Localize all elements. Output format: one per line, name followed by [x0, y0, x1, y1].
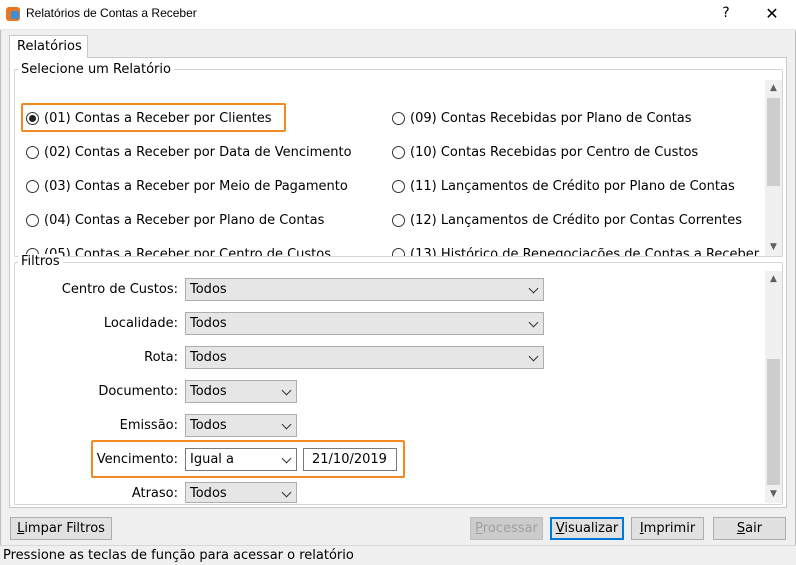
centro-custos-label: Centro de Custos: [61, 282, 178, 297]
chevron-down-icon [281, 487, 292, 498]
rota-label: Rota: [144, 350, 178, 365]
scroll-down-arrow-icon[interactable]: ▼ [765, 239, 782, 256]
status-bar: Pressione as teclas de função para acess… [0, 545, 796, 565]
report-option-09[interactable]: (09) Contas Recebidas por Plano de Conta… [392, 108, 692, 128]
visualizar-label: isualizar [564, 521, 619, 536]
status-text: Pressione as teclas de função para acess… [3, 548, 354, 563]
chevron-down-icon [528, 351, 539, 362]
documento-select[interactable]: Todos [185, 380, 297, 403]
report-option-label: (04) Contas a Receber por Plano de Conta… [44, 212, 325, 228]
atraso-value: Todos [190, 486, 227, 501]
rota-select[interactable]: Todos [185, 346, 544, 369]
title-bar: Relatórios de Contas a Receber ? ✕ [0, 0, 796, 30]
report-option-05[interactable]: (05) Contas a Receber por Centro de Cust… [26, 244, 332, 257]
radio-icon[interactable] [26, 213, 39, 227]
chevron-down-icon [528, 317, 539, 328]
processar-label: rocessar [482, 521, 538, 536]
imprimir-label: mprimir [643, 521, 696, 536]
emissao-select[interactable]: Todos [185, 414, 297, 437]
radio-icon[interactable] [26, 179, 39, 193]
documento-label: Documento: [98, 384, 178, 399]
emissao-label: Emissão: [119, 418, 178, 433]
chevron-down-icon [281, 385, 292, 396]
limpar-filtros-button[interactable]: Limpar Filtros [10, 517, 112, 540]
selected-report-highlight [21, 103, 286, 132]
scrollbar-thumb[interactable] [767, 359, 780, 485]
radio-icon[interactable] [392, 213, 405, 227]
window-title: Relatórios de Contas a Receber [26, 6, 197, 20]
filters-group-legend: Filtros [18, 254, 63, 269]
report-group: (01) Contas a Receber por Clientes (02) … [14, 69, 783, 257]
report-option-label: (05) Contas a Receber por Centro de Cust… [44, 246, 332, 257]
scroll-up-arrow-icon[interactable]: ▲ [765, 271, 782, 288]
sair-label: air [745, 521, 763, 536]
report-option-04[interactable]: (04) Contas a Receber por Plano de Conta… [26, 210, 324, 230]
sair-accel-key: S [736, 521, 746, 536]
radio-icon[interactable] [392, 111, 405, 125]
rota-value: Todos [190, 350, 227, 365]
documento-value: Todos [190, 384, 227, 399]
report-option-label: (02) Contas a Receber por Data de Vencim… [44, 144, 352, 160]
radio-icon[interactable] [392, 145, 405, 159]
radio-icon[interactable] [392, 179, 405, 193]
close-button[interactable]: ✕ [760, 4, 784, 26]
report-option-label: (03) Contas a Receber por Meio de Pagame… [44, 178, 348, 194]
scrollbar-thumb[interactable] [767, 98, 780, 186]
localidade-label: Localidade: [103, 316, 178, 331]
processar-accel-key: P [475, 521, 483, 536]
scroll-down-arrow-icon[interactable]: ▼ [765, 486, 782, 503]
app-icon [6, 7, 20, 21]
limpar-label: impar Filtros [24, 521, 105, 536]
report-option-10[interactable]: (10) Contas Recebidas por Centro de Cust… [392, 142, 698, 162]
vencimento-highlight [91, 440, 405, 478]
report-option-12[interactable]: (12) Lançamentos de Crédito por Contas C… [392, 210, 742, 230]
scroll-up-arrow-icon[interactable]: ▲ [765, 80, 782, 97]
report-option-label: (13) Histórico de Renegociações de Conta… [410, 246, 760, 257]
filters-scrollbar[interactable]: ▲ ▼ [765, 271, 782, 503]
sair-button[interactable]: Sair [713, 517, 786, 540]
report-group-legend: Selecione um Relatório [18, 62, 174, 77]
atraso-select[interactable]: Todos [185, 482, 297, 503]
processar-button[interactable]: Processar [470, 517, 543, 540]
report-option-label: (09) Contas Recebidas por Plano de Conta… [410, 110, 692, 126]
visualizar-button[interactable]: Visualizar [550, 517, 624, 540]
report-scrollbar[interactable]: ▲ ▼ [765, 80, 782, 256]
imprimir-button[interactable]: Imprimir [631, 517, 704, 540]
localidade-select[interactable]: Todos [185, 312, 544, 335]
atraso-label: Atraso: [131, 486, 178, 501]
centro-custos-select[interactable]: Todos [185, 278, 544, 301]
report-option-02[interactable]: (02) Contas a Receber por Data de Vencim… [26, 142, 352, 162]
radio-icon[interactable] [26, 145, 39, 159]
localidade-value: Todos [190, 316, 227, 331]
emissao-value: Todos [190, 418, 227, 433]
report-option-11[interactable]: (11) Lançamentos de Crédito por Plano de… [392, 176, 735, 196]
report-option-label: (11) Lançamentos de Crédito por Plano de… [410, 178, 735, 194]
tab-relatorios[interactable]: Relatórios [9, 35, 88, 58]
report-option-13[interactable]: (13) Histórico de Renegociações de Conta… [392, 244, 760, 257]
chevron-down-icon [281, 419, 292, 430]
chevron-down-icon [528, 283, 539, 294]
report-option-03[interactable]: (03) Contas a Receber por Meio de Pagame… [26, 176, 348, 196]
centro-custos-value: Todos [190, 282, 227, 297]
help-button[interactable]: ? [714, 5, 738, 25]
report-option-label: (12) Lançamentos de Crédito por Contas C… [410, 212, 743, 228]
radio-icon[interactable] [392, 247, 405, 256]
report-option-label: (10) Contas Recebidas por Centro de Cust… [410, 144, 699, 160]
